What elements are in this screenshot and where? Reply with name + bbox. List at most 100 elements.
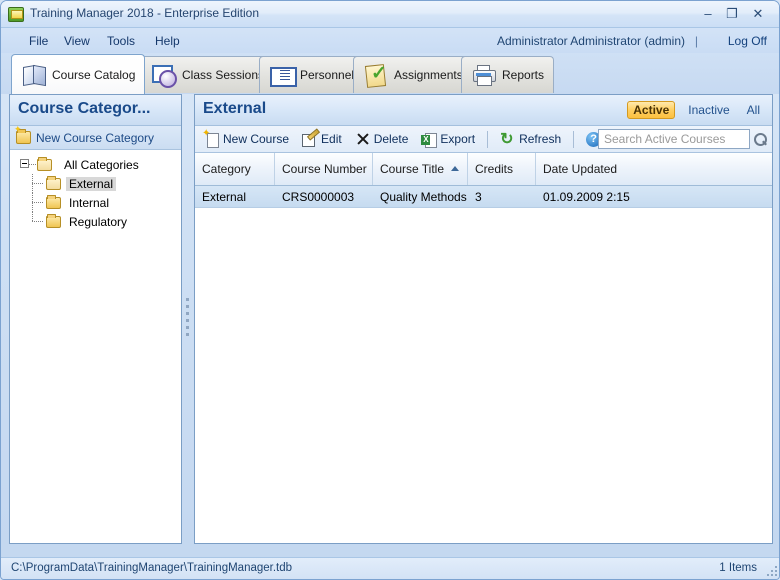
tree-item-label: Internal [66, 196, 112, 210]
tree-item-regulatory[interactable]: Regulatory [10, 212, 181, 231]
category-tree[interactable]: All Categories External Internal Regulat… [10, 151, 181, 543]
menu-item-tools[interactable]: Tools [101, 33, 141, 49]
new-course-label: New Course [223, 132, 289, 146]
toolbar-separator [573, 131, 574, 148]
export-label: Export [440, 132, 475, 146]
tree-item-label: Regulatory [66, 215, 130, 229]
book-icon [21, 62, 47, 88]
tab-class-sessions[interactable]: Class Sessions [141, 56, 274, 93]
current-user-label: Administrator Administrator (admin) [497, 34, 685, 48]
menu-separator: | [695, 34, 698, 48]
column-header-course-title[interactable]: Course Title [373, 153, 468, 185]
table-row[interactable]: External CRS0000003 Quality Methods 3 01… [195, 186, 772, 208]
refresh-label: Refresh [519, 132, 561, 146]
printer-icon [471, 62, 497, 88]
tree-item-all-categories[interactable]: All Categories [10, 155, 181, 174]
course-list-panel: External Active Inactive All New Course … [194, 94, 773, 544]
close-button[interactable]: ✕ [747, 7, 769, 22]
clock-window-icon [151, 62, 177, 88]
status-bar: C:\ProgramData\TrainingManager\TrainingM… [1, 557, 780, 579]
tree-item-label: External [66, 177, 116, 191]
status-item-count: 1 Items [719, 562, 757, 574]
column-header-date-updated[interactable]: Date Updated [536, 153, 772, 185]
folder-icon [46, 197, 61, 209]
id-card-icon [269, 62, 295, 88]
refresh-button[interactable]: Refresh [495, 130, 566, 149]
open-folder-icon [37, 159, 52, 171]
tab-label: Reports [502, 68, 544, 82]
pencil-edit-icon [302, 132, 317, 147]
left-panel-title: Course Categor... [18, 100, 150, 118]
minimize-button[interactable]: – [697, 7, 719, 22]
grid-header-row: Category Course Number Course Title Cred… [195, 153, 772, 186]
resize-grip[interactable] [765, 564, 777, 576]
cell-course-number: CRS0000003 [275, 190, 373, 204]
menu-bar: File View Tools Help Administrator Admin… [1, 28, 780, 53]
tab-label: Assignments [394, 68, 463, 82]
filter-active[interactable]: Active [627, 101, 675, 119]
log-off-link[interactable]: Log Off [728, 34, 767, 48]
selected-category-title: External [203, 100, 266, 118]
delete-label: Delete [374, 132, 409, 146]
maximize-button[interactable]: ❐ [721, 7, 743, 22]
new-page-icon [204, 132, 219, 147]
tab-course-catalog[interactable]: Course Catalog [11, 54, 145, 94]
tree-item-external[interactable]: External [10, 174, 181, 193]
app-monitor-icon [8, 7, 24, 22]
window-title: Training Manager 2018 - Enterprise Editi… [30, 6, 259, 20]
cell-category: External [195, 190, 275, 204]
edit-button[interactable]: Edit [297, 130, 347, 149]
search-area [598, 129, 768, 149]
splitter-grip[interactable] [186, 298, 189, 340]
cell-course-title: Quality Methods [373, 190, 468, 204]
edit-label: Edit [321, 132, 342, 146]
new-folder-icon [16, 131, 31, 144]
main-tab-strip: Course Catalog Class Sessions Personnel … [1, 53, 780, 94]
export-button[interactable]: Export [416, 130, 480, 149]
tree-item-label: All Categories [61, 158, 142, 172]
content-area: Course Categor... New Course Category Al… [9, 94, 773, 544]
menu-item-help[interactable]: Help [149, 33, 186, 49]
filter-all[interactable]: All [743, 102, 764, 118]
new-course-category-label: New Course Category [36, 131, 154, 145]
tree-item-internal[interactable]: Internal [10, 193, 181, 212]
menu-item-file[interactable]: File [23, 33, 54, 49]
right-panel-header: External Active Inactive All [195, 95, 772, 126]
sort-ascending-icon [451, 166, 459, 171]
status-database-path: C:\ProgramData\TrainingManager\TrainingM… [11, 562, 292, 574]
cell-credits: 3 [468, 190, 536, 204]
tab-personnel[interactable]: Personnel [259, 56, 364, 93]
column-header-credits[interactable]: Credits [468, 153, 536, 185]
course-grid[interactable]: Category Course Number Course Title Cred… [195, 153, 772, 543]
delete-x-icon [355, 132, 370, 147]
column-header-course-number[interactable]: Course Number [275, 153, 373, 185]
filter-inactive[interactable]: Inactive [684, 102, 733, 118]
delete-button[interactable]: Delete [350, 130, 414, 149]
application-window: Training Manager 2018 - Enterprise Editi… [0, 0, 780, 580]
status-filter-group: Active Inactive All [627, 101, 764, 119]
tab-reports[interactable]: Reports [461, 56, 554, 93]
refresh-icon [500, 132, 515, 147]
tab-label: Class Sessions [182, 68, 264, 82]
new-course-category-button[interactable]: New Course Category [10, 126, 181, 150]
new-course-button[interactable]: New Course [199, 130, 294, 149]
title-bar: Training Manager 2018 - Enterprise Editi… [1, 1, 780, 28]
folder-icon [46, 178, 61, 190]
left-panel-header: Course Categor... [10, 95, 181, 126]
course-toolbar: New Course Edit Delete Export Refre [195, 126, 772, 153]
tab-assignments[interactable]: Assignments [353, 56, 473, 93]
tab-label: Personnel [300, 68, 354, 82]
search-icon[interactable] [753, 132, 768, 147]
folder-icon [46, 216, 61, 228]
collapse-icon[interactable] [20, 159, 29, 168]
excel-export-icon [421, 132, 436, 147]
clipboard-check-icon [363, 62, 389, 88]
column-header-category[interactable]: Category [195, 153, 275, 185]
search-input[interactable] [598, 129, 750, 149]
toolbar-separator [487, 131, 488, 148]
menu-item-view[interactable]: View [58, 33, 96, 49]
panel-splitter[interactable] [182, 94, 194, 544]
cell-date-updated: 01.09.2009 2:15 [536, 190, 772, 204]
course-categories-panel: Course Categor... New Course Category Al… [9, 94, 182, 544]
tab-label: Course Catalog [52, 68, 135, 82]
